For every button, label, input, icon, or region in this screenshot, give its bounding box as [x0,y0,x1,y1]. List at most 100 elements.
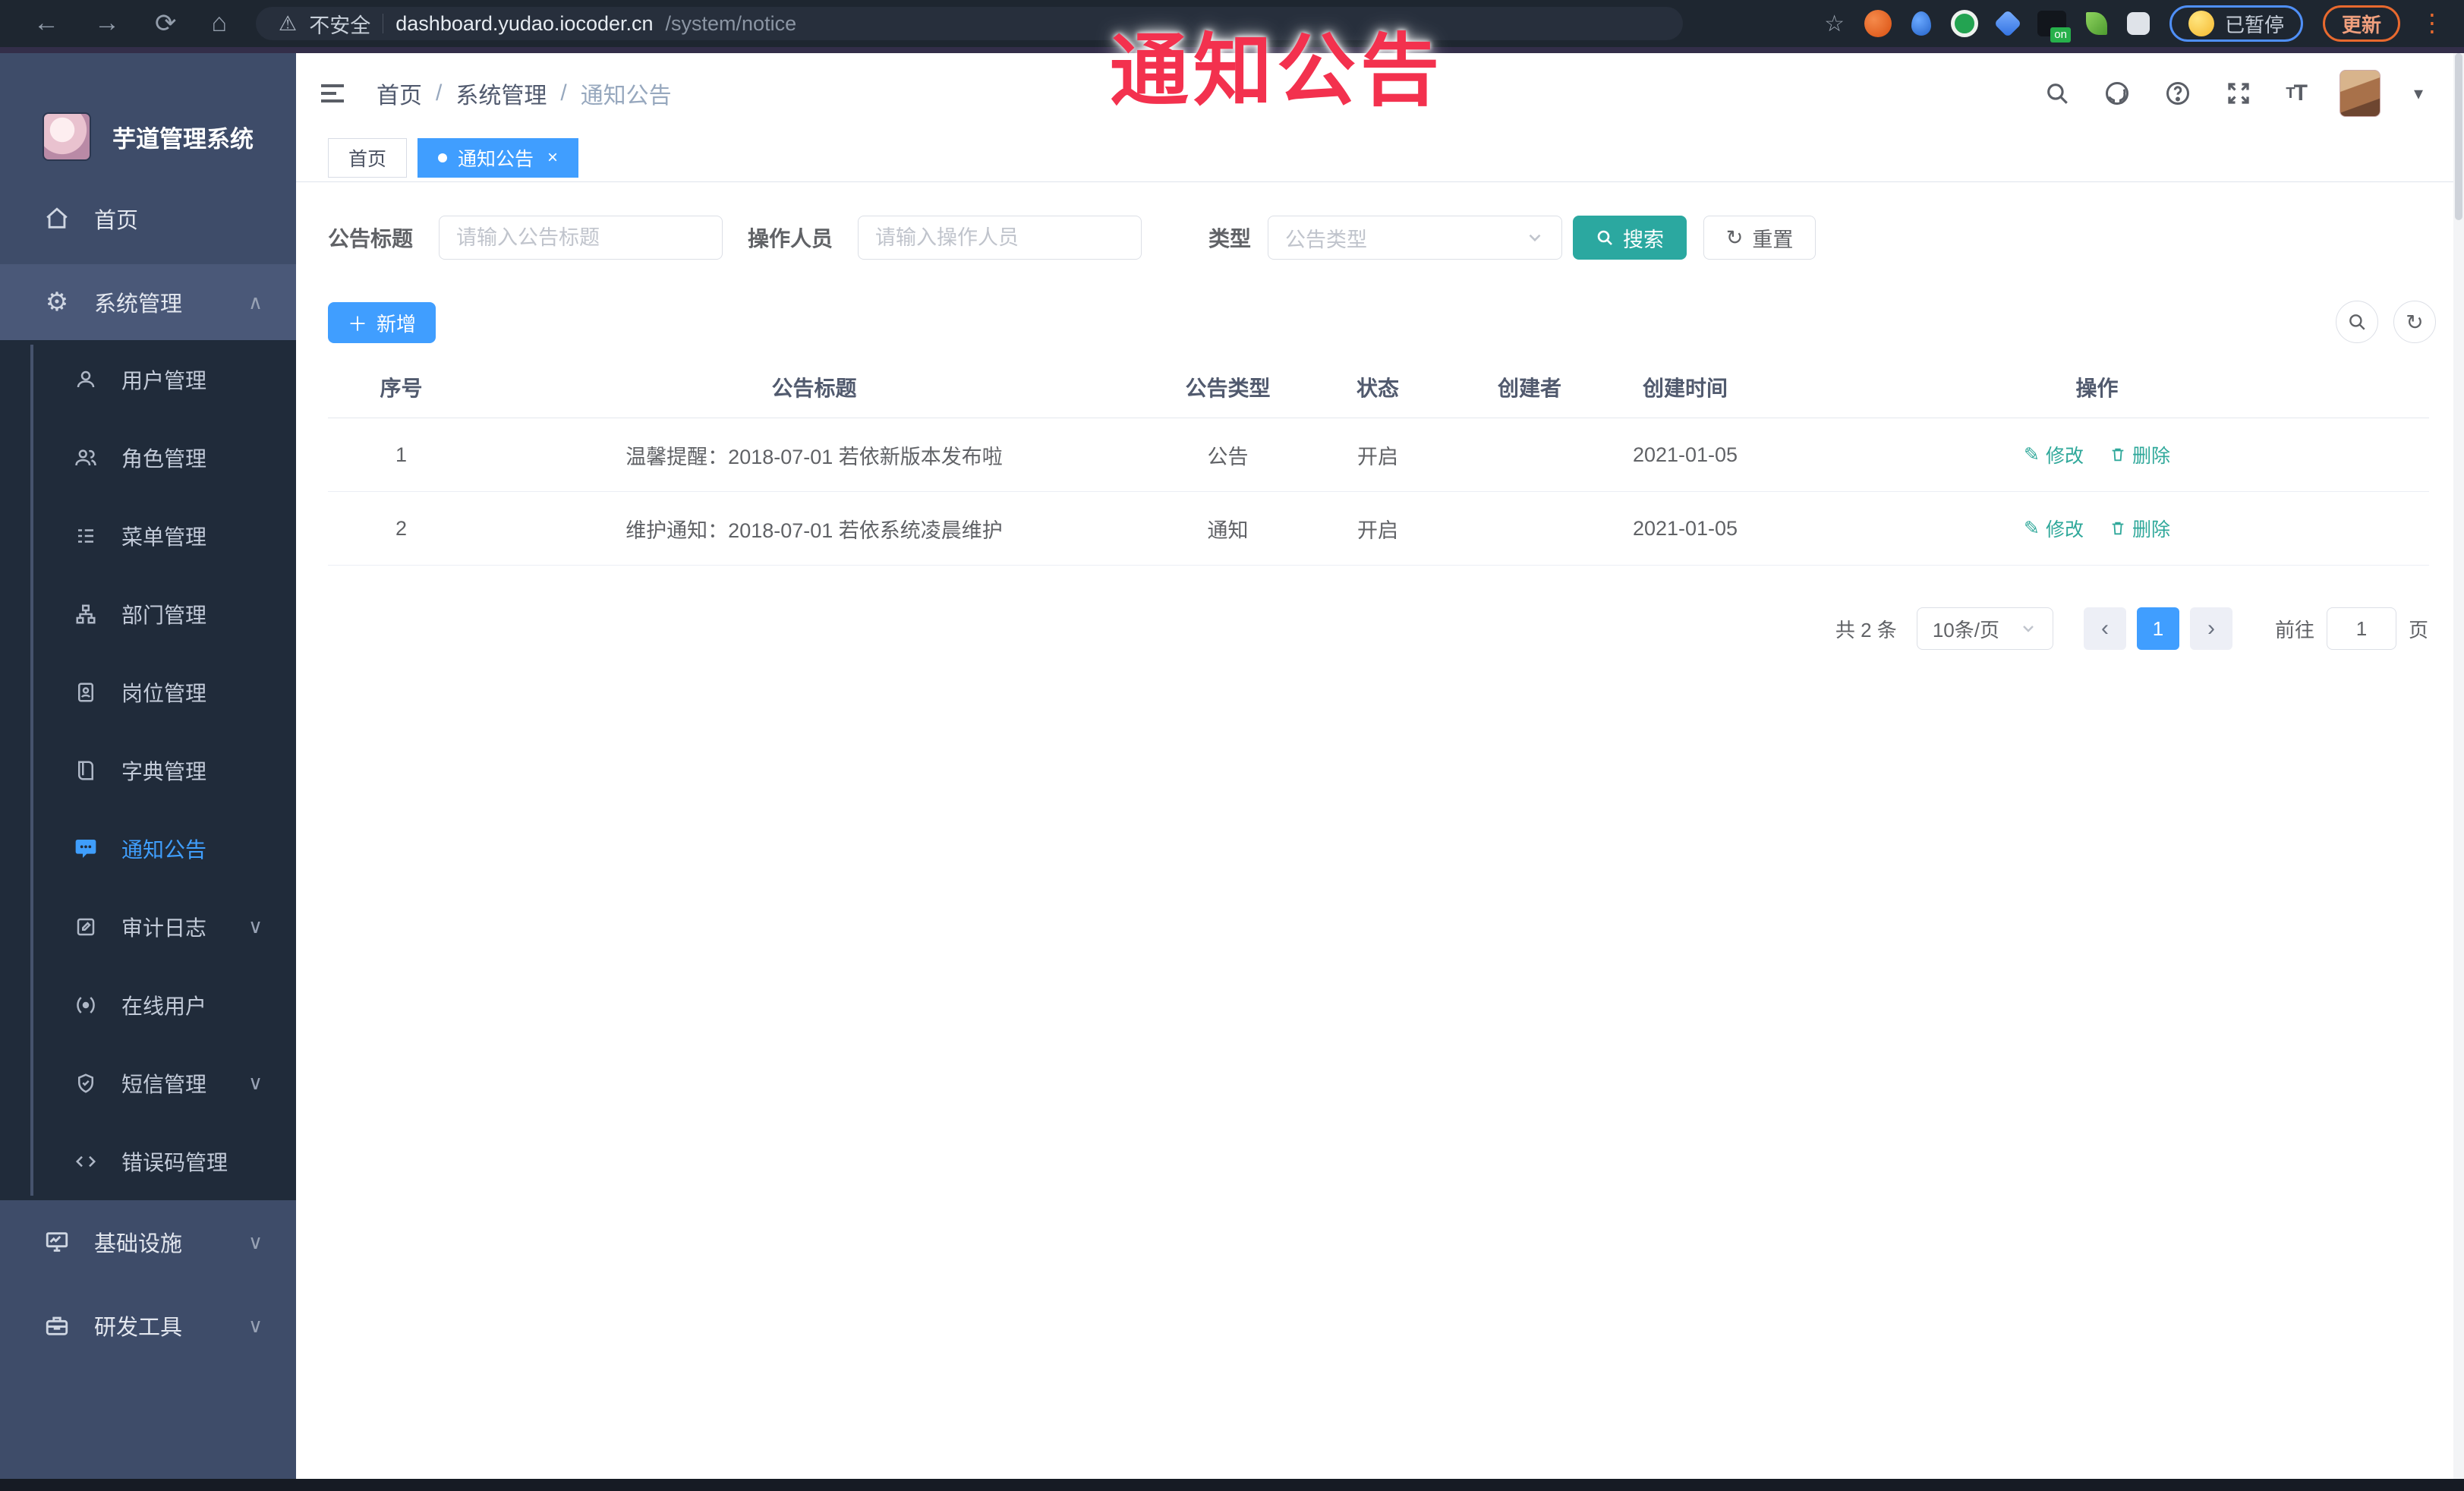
sidebar-item-sms[interactable]: 短信管理 ∨ [0,1044,296,1122]
extension-drop-icon[interactable] [1911,11,1931,36]
sidebar-item-menus[interactable]: 菜单管理 [0,496,296,575]
type-select[interactable]: 公告类型 [1268,216,1563,260]
logo-avatar [43,112,91,161]
extension-leaf-icon[interactable] [2085,12,2107,35]
sidebar-item-departments[interactable]: 部门管理 [0,575,296,653]
pagination: 共 2 条 10条/页 ‹ 1 › 前往 页 [1835,607,2428,650]
system-submenu: 用户管理 角色管理 菜单管理 部门管理 岗位管理 字典管理 通知公告 审计日志 … [0,340,296,1200]
edit-link[interactable]: ✎ 修改 [2024,515,2084,542]
edit-link[interactable]: ✎ 修改 [2024,441,2084,468]
chevron-down-icon: ∨ [247,915,263,938]
refresh-table-button[interactable]: ↻ [2393,301,2436,343]
table-row: 2 维护通知：2018-07-01 若依系统凌晨维护 通知 开启 2021-01… [328,492,2429,566]
sidebar-item-error-codes[interactable]: 错误码管理 [0,1122,296,1200]
col-creator: 创建者 [1497,377,1561,400]
table-header-row: 序号 公告标题 公告类型 状态 创建者 创建时间 操作 [328,357,2429,418]
security-label: 不安全 [309,14,371,37]
fullscreen-icon[interactable] [2225,80,2252,107]
back-icon[interactable]: ← [33,8,59,39]
chevron-up-icon: ∧ [247,290,263,314]
reload-icon[interactable]: ⟳ [155,8,177,39]
prev-page-button[interactable]: ‹ [2083,607,2126,650]
user-icon [73,367,99,392]
url-host: dashboard.yudao.iocoder.cn [395,11,654,35]
cell-created: 2021-01-05 [1632,443,1738,466]
github-icon[interactable] [2103,80,2131,107]
tab-notice[interactable]: 通知公告 × [417,137,579,178]
toggle-search-button[interactable] [2336,301,2378,343]
cell-status: 开启 [1357,445,1398,468]
sidebar-logo[interactable]: 芋道管理系统 [43,112,254,161]
scrollbar-thumb[interactable] [2455,53,2462,220]
sidebar-item-users[interactable]: 用户管理 [0,340,296,418]
extension-switch-icon[interactable]: on [2037,11,2071,43]
avatar-caret-icon[interactable]: ▾ [2414,83,2423,105]
on-badge: on [2050,27,2071,43]
cell-type: 通知 [1207,519,1249,542]
delete-link[interactable]: 删除 [2110,441,2170,468]
url-bar[interactable]: ⚠ 不安全 dashboard.yudao.iocoder.cn /system… [256,7,1684,40]
delete-link[interactable]: 删除 [2110,515,2170,542]
tree-table-icon [73,523,99,549]
sidebar-item-home[interactable]: 首页 [0,180,296,257]
collapse-sidebar-icon[interactable] [317,78,348,109]
sidebar-item-online-users[interactable]: 在线用户 [0,966,296,1044]
users-icon [73,445,99,471]
trash-icon [2112,522,2124,535]
extensions-puzzle-icon[interactable] [2126,12,2150,35]
shield-check-icon [73,1070,99,1096]
search-icon[interactable] [2044,80,2070,106]
sidebar-item-posts[interactable]: 岗位管理 [0,653,296,731]
current-page-button[interactable]: 1 [2136,607,2179,650]
profile-paused-chip[interactable]: 已暂停 [2169,5,2303,42]
extension-gem-icon[interactable] [1993,9,2022,38]
extension-orange-icon[interactable] [1864,10,1892,37]
book-icon [73,758,99,783]
browser-menu-icon[interactable]: ⋮ [2420,11,2444,35]
page-size-select[interactable]: 10条/页 [1916,607,2053,650]
close-tab-icon[interactable]: × [547,147,558,169]
sidebar: 芋道管理系统 首页 ⚙ 系统管理 ∧ 用户管理 角色管理 菜单管理 部门管理 岗… [0,47,296,1479]
reset-button[interactable]: ↻ 重置 [1703,216,1816,260]
breadcrumb-section[interactable]: 系统管理 [455,77,547,110]
sidebar-item-notice[interactable]: 通知公告 [0,809,296,887]
chevron-down-icon: ∨ [247,1313,263,1337]
home-icon[interactable]: ⌂ [212,8,228,39]
forward-icon[interactable]: → [94,8,120,39]
dashboard-icon [43,204,71,233]
cell-type: 公告 [1207,445,1249,468]
page-unit-label: 页 [2408,618,2428,641]
message-bubble-icon [73,836,99,862]
sidebar-item-roles[interactable]: 角色管理 [0,418,296,496]
total-count: 共 2 条 [1835,618,1897,641]
browser-nav: ← → ⟳ ⌂ [0,8,227,39]
help-icon[interactable] [2164,80,2191,107]
type-filter-label: 类型 [1208,227,1252,251]
sidebar-item-system[interactable]: ⚙ 系统管理 ∧ [0,264,296,340]
goto-page-input[interactable] [2326,607,2396,650]
window-bottom-edge [0,1479,2464,1491]
badge-icon [73,679,99,705]
browser-toolbar: ← → ⟳ ⌂ ⚠ 不安全 dashboard.yudao.iocoder.cn… [0,0,2464,47]
sidebar-item-infrastructure[interactable]: 基础设施 ∨ [0,1200,296,1284]
sidebar-item-dev-tools[interactable]: 研发工具 ∨ [0,1284,296,1367]
user-avatar[interactable] [2339,70,2381,117]
bookmark-star-icon[interactable]: ☆ [1824,11,1845,37]
extension-green-icon[interactable] [1950,10,1978,37]
tab-home[interactable]: 首页 [328,137,408,178]
col-created: 创建时间 [1642,377,1728,400]
refresh-icon: ↻ [1725,225,1744,249]
log-edit-icon [73,914,99,940]
breadcrumb-home[interactable]: 首页 [377,77,422,110]
title-filter-input[interactable] [439,216,723,260]
search-button[interactable]: 搜索 [1573,216,1687,260]
font-size-icon[interactable]: TT [2286,80,2308,106]
operator-filter-input[interactable] [858,216,1142,260]
sidebar-item-dictionary[interactable]: 字典管理 [0,731,296,809]
add-button[interactable]: ＋ 新增 [328,302,436,343]
next-page-button[interactable]: › [2189,607,2232,650]
sidebar-item-audit-log[interactable]: 审计日志 ∨ [0,887,296,966]
cell-no: 2 [395,516,408,540]
update-button[interactable]: 更新 [2322,5,2400,42]
page-scrollbar[interactable] [2453,53,2464,1479]
